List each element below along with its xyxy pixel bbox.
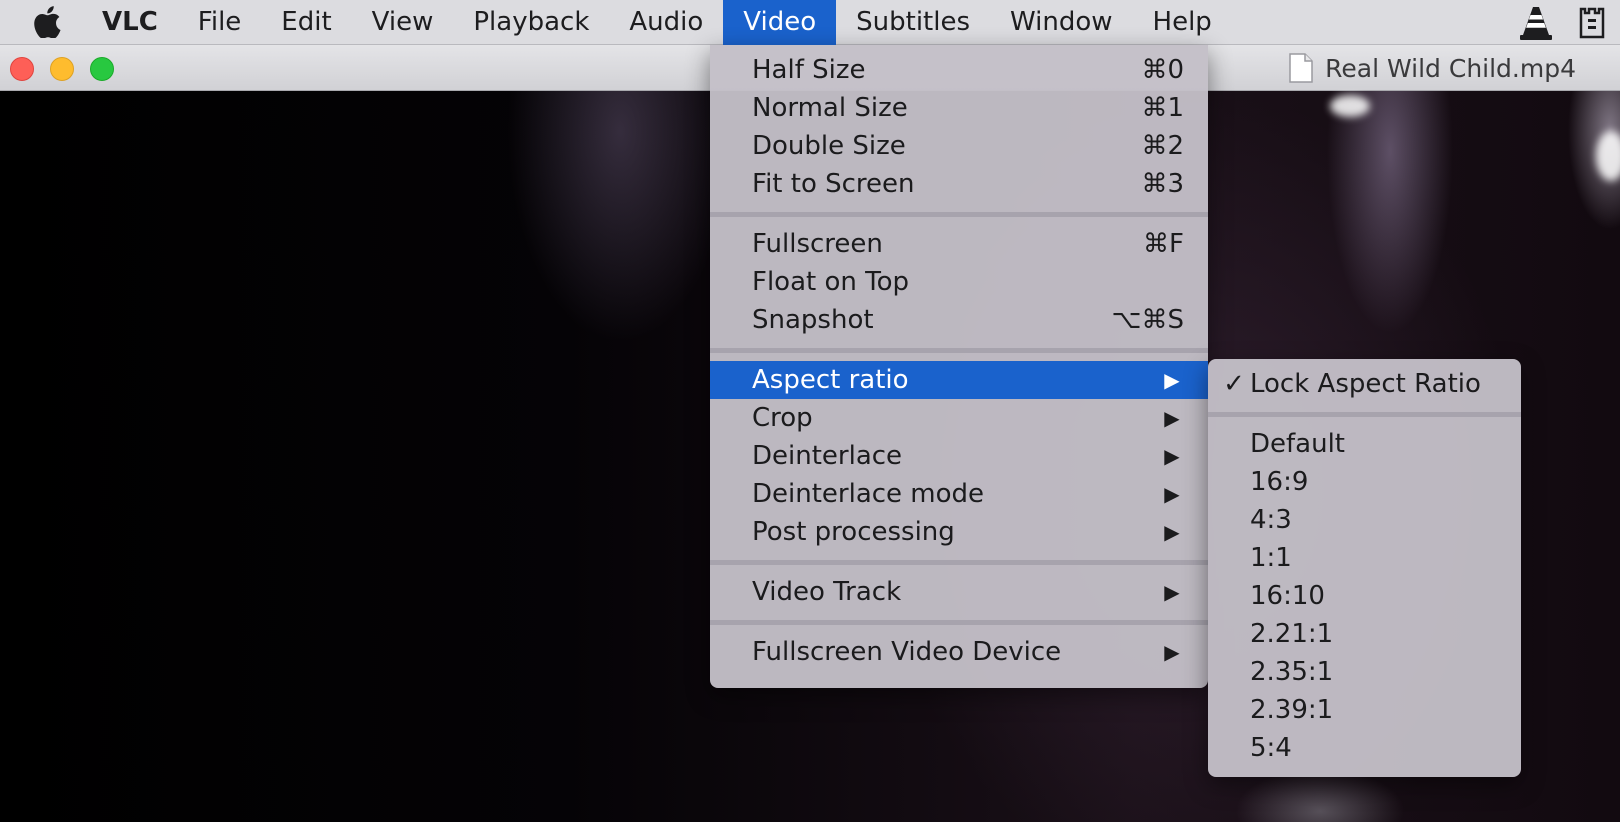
menu-item-double-size[interactable]: Double Size ⌘2: [710, 127, 1208, 165]
submenu-arrow-icon: ▶: [1164, 406, 1180, 430]
menu-separator: [710, 348, 1208, 353]
vlc-status-item[interactable]: [1508, 0, 1564, 45]
menu-view[interactable]: View: [352, 0, 454, 45]
menu-audio[interactable]: Audio: [609, 0, 723, 45]
shortcut-label: ⌘3: [1141, 169, 1184, 199]
video-menu-dropdown: Half Size ⌘0 Normal Size ⌘1 Double Size …: [710, 45, 1208, 688]
submenu-arrow-icon: ▶: [1164, 580, 1180, 604]
document-icon: [1289, 53, 1313, 83]
menu-item-deinterlace-mode[interactable]: Deinterlace mode ▶: [710, 475, 1208, 513]
menu-separator: [710, 212, 1208, 217]
menu-bar: VLC File Edit View Playback Audio Video …: [0, 0, 1620, 45]
shortcut-label: ⌘2: [1141, 131, 1184, 161]
menu-window[interactable]: Window: [990, 0, 1133, 45]
window-title-text: Real Wild Child.mp4: [1325, 53, 1576, 83]
menu-item-normal-size[interactable]: Normal Size ⌘1: [710, 89, 1208, 127]
menu-edit[interactable]: Edit: [261, 0, 351, 45]
submenu-arrow-icon: ▶: [1164, 520, 1180, 544]
menu-item-float-on-top[interactable]: Float on Top: [710, 263, 1208, 301]
menu-item-post-processing[interactable]: Post processing ▶: [710, 513, 1208, 551]
menu-item-snapshot[interactable]: Snapshot ⌥⌘S: [710, 301, 1208, 339]
menu-separator: [1208, 412, 1521, 417]
menu-item-lock-aspect-ratio[interactable]: ✓ Lock Aspect Ratio: [1208, 365, 1521, 403]
stage-light: [1330, 95, 1370, 117]
aspect-option-default[interactable]: Default: [1208, 425, 1521, 463]
shortcut-label: ⌥⌘S: [1111, 305, 1184, 335]
menu-item-half-size[interactable]: Half Size ⌘0: [710, 51, 1208, 89]
apple-menu[interactable]: [0, 0, 94, 45]
castle-status-item[interactable]: [1564, 0, 1620, 45]
vlc-cone-icon: [1520, 6, 1552, 40]
menu-subtitles[interactable]: Subtitles: [836, 0, 990, 45]
aspect-option-2-35-1[interactable]: 2.35:1: [1208, 653, 1521, 691]
submenu-arrow-icon: ▶: [1164, 482, 1180, 506]
menu-separator: [710, 620, 1208, 625]
aspect-option-2-39-1[interactable]: 2.39:1: [1208, 691, 1521, 729]
menu-item-deinterlace[interactable]: Deinterlace ▶: [710, 437, 1208, 475]
menu-item-fullscreen[interactable]: Fullscreen ⌘F: [710, 225, 1208, 263]
shortcut-label: ⌘F: [1143, 229, 1184, 259]
menu-item-crop[interactable]: Crop ▶: [710, 399, 1208, 437]
aspect-option-2-21-1[interactable]: 2.21:1: [1208, 615, 1521, 653]
aspect-option-5-4[interactable]: 5:4: [1208, 729, 1521, 767]
close-window-button[interactable]: [10, 57, 34, 81]
menu-help[interactable]: Help: [1133, 0, 1232, 45]
minimize-window-button[interactable]: [50, 57, 74, 81]
submenu-arrow-icon: ▶: [1164, 368, 1180, 392]
checkmark-icon: ✓: [1223, 369, 1245, 399]
aspect-option-4-3[interactable]: 4:3: [1208, 501, 1521, 539]
menu-separator: [710, 560, 1208, 565]
castle-icon: [1579, 7, 1605, 38]
status-area: [1508, 0, 1620, 45]
aspect-option-16-10[interactable]: 16:10: [1208, 577, 1521, 615]
stage-light: [1596, 131, 1620, 181]
menu-item-video-track[interactable]: Video Track ▶: [710, 573, 1208, 611]
submenu-arrow-icon: ▶: [1164, 444, 1180, 468]
menu-playback[interactable]: Playback: [453, 0, 609, 45]
menu-vlc[interactable]: VLC: [94, 0, 178, 45]
aspect-option-1-1[interactable]: 1:1: [1208, 539, 1521, 577]
window-title: Real Wild Child.mp4: [1289, 45, 1576, 91]
apple-logo-icon: [34, 6, 61, 38]
aspect-ratio-submenu: ✓ Lock Aspect Ratio Default 16:9 4:3 1:1…: [1208, 359, 1521, 777]
menu-item-aspect-ratio[interactable]: Aspect ratio ▶: [710, 361, 1208, 399]
menu-item-fullscreen-video-device[interactable]: Fullscreen Video Device ▶: [710, 633, 1208, 671]
shortcut-label: ⌘0: [1141, 55, 1184, 85]
aspect-option-16-9[interactable]: 16:9: [1208, 463, 1521, 501]
zoom-window-button[interactable]: [90, 57, 114, 81]
submenu-arrow-icon: ▶: [1164, 640, 1180, 664]
menu-video[interactable]: Video: [723, 0, 837, 45]
shortcut-label: ⌘1: [1141, 93, 1184, 123]
menu-item-fit-to-screen[interactable]: Fit to Screen ⌘3: [710, 165, 1208, 203]
menu-file[interactable]: File: [178, 0, 262, 45]
